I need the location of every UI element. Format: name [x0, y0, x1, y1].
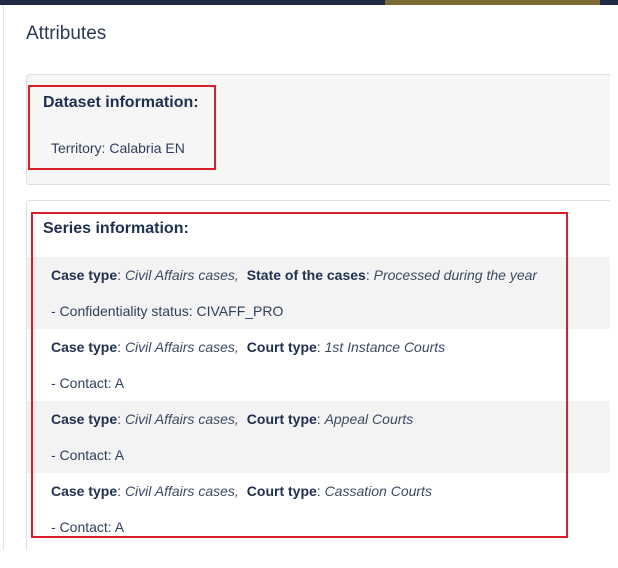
- dimension-value: Appeal Courts: [324, 411, 414, 427]
- series-information-panel: Series information: Case type: Civil Aff…: [26, 200, 610, 562]
- dataset-information-panel: Dataset information: Territory: Calabria…: [26, 74, 610, 185]
- dimension-key: Case type: [51, 411, 118, 427]
- series-row-attribute: - Confidentiality status: CIVAFF_PRO: [51, 303, 284, 319]
- series-information-heading: Series information:: [43, 220, 189, 237]
- dimension-value: 1st Instance Courts: [324, 339, 446, 355]
- dimension-value: Civil Affairs cases,: [124, 411, 239, 427]
- series-row: Case type: Civil Affairs cases, Court typ…: [27, 401, 610, 473]
- territory-attribute: Territory: Calabria EN: [51, 140, 185, 156]
- dimension-key: Court type: [246, 339, 317, 355]
- dimension-value: Civil Affairs cases,: [124, 483, 239, 499]
- series-row: Case type: Civil Affairs cases, Court typ…: [27, 329, 610, 401]
- dataset-information-heading: Dataset information:: [43, 94, 199, 111]
- series-row-attribute: - Contact: A: [51, 375, 125, 391]
- dimension-key: Court type: [246, 483, 317, 499]
- series-row-attribute: - Contact: A: [51, 519, 125, 535]
- dimension-key: Court type: [246, 411, 317, 427]
- dimension-key: Case type: [51, 267, 118, 283]
- dialog-title: Attributes: [26, 23, 107, 44]
- attributes-dialog: Attributes Dataset information: Territor…: [3, 5, 610, 562]
- territory-value: Calabria EN: [109, 140, 185, 156]
- dimension-value: Cassation Courts: [324, 483, 432, 499]
- dimension-key: Case type: [51, 483, 118, 499]
- dimension-value: Civil Affairs cases,: [124, 339, 239, 355]
- series-row-attribute: - Contact: A: [51, 447, 125, 463]
- series-row: Case type: Civil Affairs cases, State of …: [27, 257, 610, 329]
- dimension-value: Processed during the year: [373, 267, 538, 283]
- dimension-key: State of the cases: [246, 267, 366, 283]
- series-row-dimensions: Case type: Civil Affairs cases, State of …: [51, 267, 538, 283]
- page-bottom-margin: [0, 550, 618, 568]
- series-row-dimensions: Case type: Civil Affairs cases, Court typ…: [51, 339, 446, 355]
- series-row-dimensions: Case type: Civil Affairs cases, Court typ…: [51, 483, 432, 499]
- dimension-key: Case type: [51, 339, 118, 355]
- dimension-value: Civil Affairs cases,: [124, 267, 239, 283]
- series-row: Case type: Civil Affairs cases, Court typ…: [27, 473, 610, 545]
- series-row-dimensions: Case type: Civil Affairs cases, Court typ…: [51, 411, 414, 427]
- territory-label: Territory:: [51, 140, 106, 156]
